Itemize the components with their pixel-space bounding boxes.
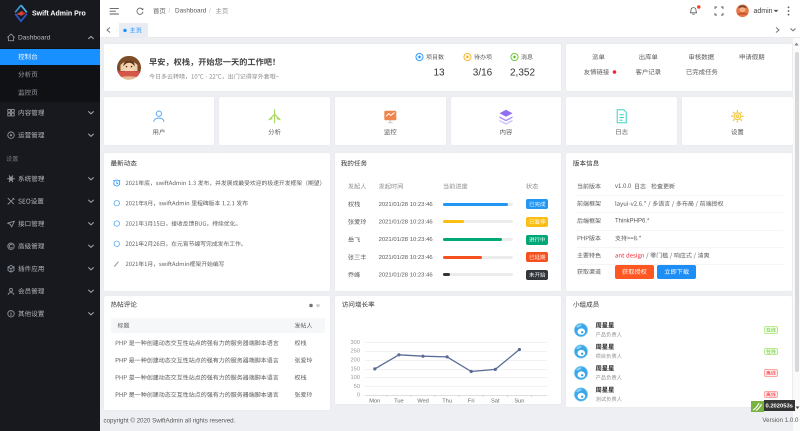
svg-text:copyright © 2020 SwiftAdmin al: copyright © 2020 SwiftAdmin all rights r… [104, 417, 236, 424]
